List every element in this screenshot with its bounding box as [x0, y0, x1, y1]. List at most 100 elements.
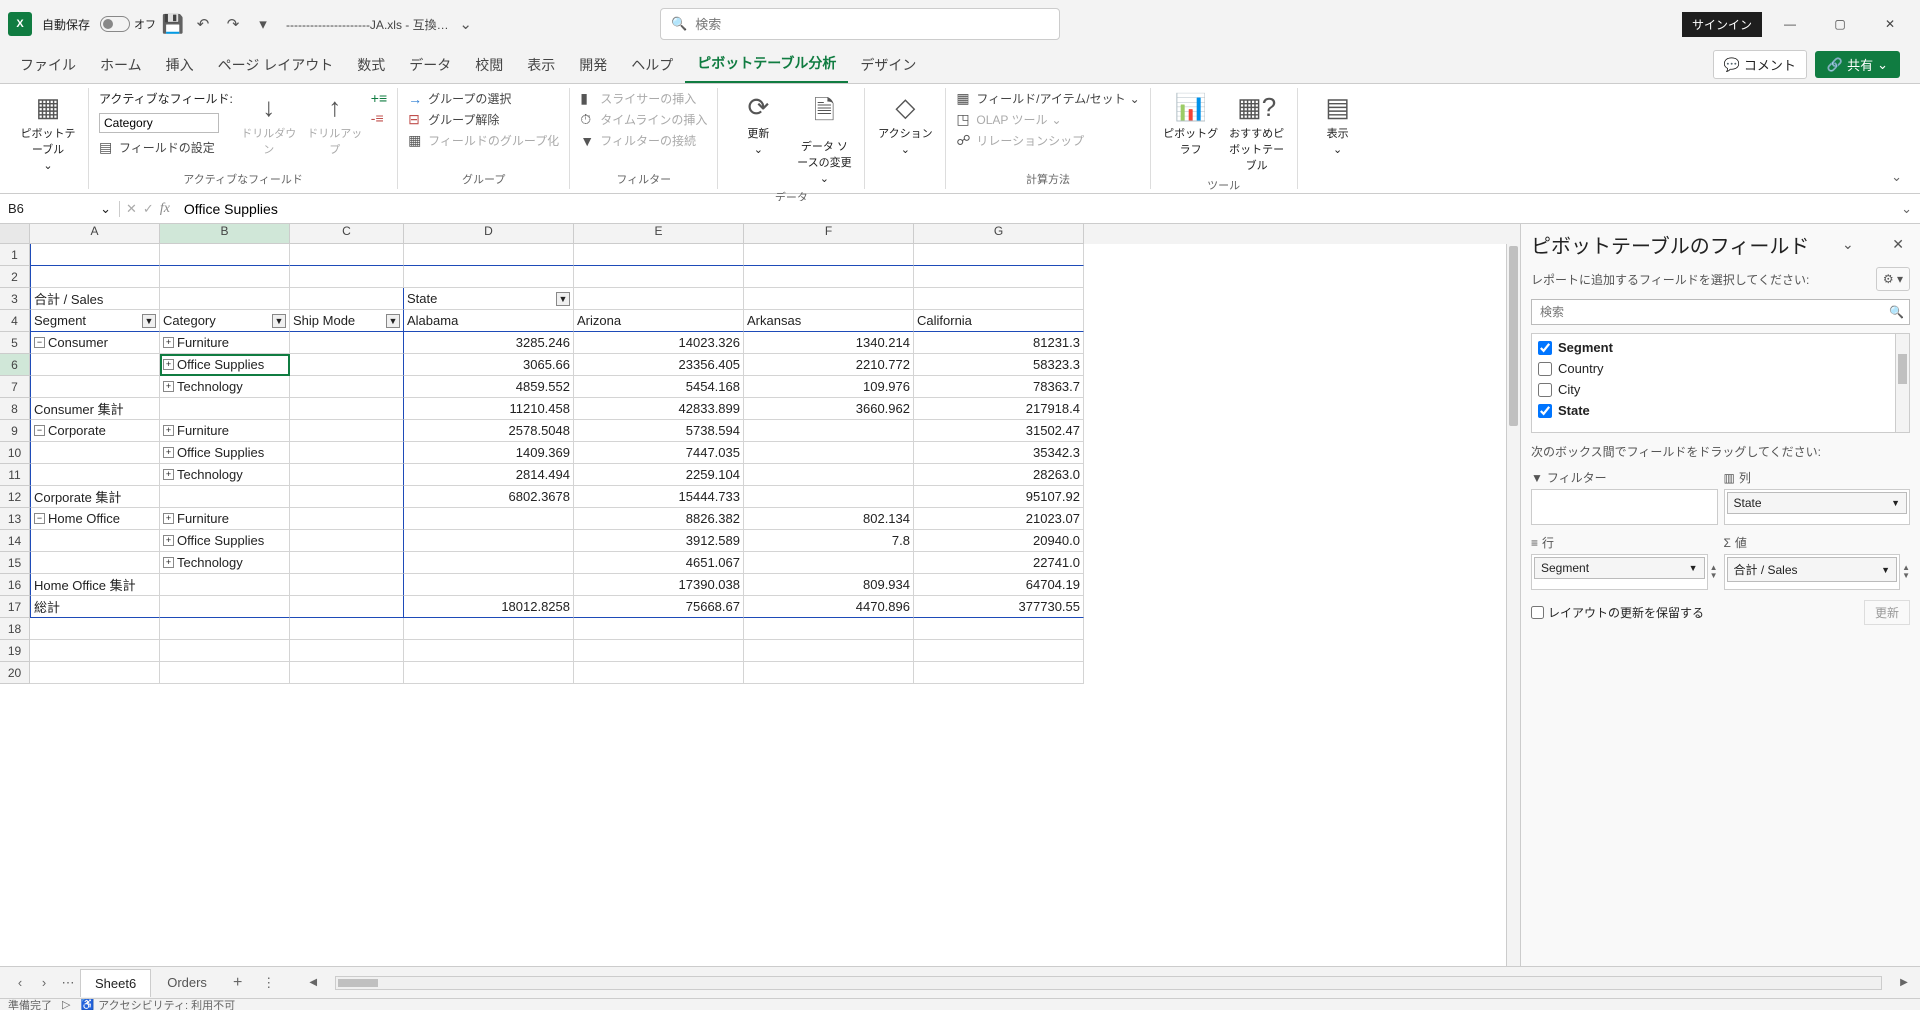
maximize-icon[interactable]: ▢ [1818, 8, 1862, 40]
cell[interactable] [914, 662, 1084, 684]
pivot-row-field[interactable]: Ship Mode ▼ [290, 310, 404, 332]
pivot-category[interactable]: +Furniture [160, 332, 290, 354]
col-header[interactable]: G [914, 224, 1084, 244]
hscroll-right-icon[interactable]: ▶ [1896, 977, 1912, 988]
pivot-value[interactable]: 1340.214 [744, 332, 914, 354]
row-header[interactable]: 17 [0, 596, 30, 618]
cell[interactable] [914, 266, 1084, 288]
qat-more-icon[interactable]: ▾ [250, 11, 276, 37]
field-row[interactable]: Country [1532, 358, 1895, 379]
values-dropzone[interactable]: Σ値 合計 / Sales▼ ▲▼ [1724, 531, 1911, 590]
formula-input[interactable] [176, 201, 1893, 217]
row-header[interactable]: 13 [0, 508, 30, 530]
show-button[interactable]: ▤表示⌄ [1308, 90, 1368, 158]
tab-pivot-analyze[interactable]: ピボットテーブル分析 [685, 45, 848, 83]
row-header[interactable]: 1 [0, 244, 30, 266]
tab-formulas[interactable]: 数式 [345, 47, 397, 83]
pivot-value[interactable]: 42833.899 [574, 398, 744, 420]
filter-drop-icon[interactable]: ▼ [272, 314, 286, 328]
cell[interactable] [290, 662, 404, 684]
pivot-segment[interactable]: Corporate 集計 [30, 486, 160, 508]
scroll-thumb[interactable] [1898, 354, 1907, 384]
pivot-category[interactable] [160, 596, 290, 618]
expand-icon[interactable]: + [163, 513, 174, 524]
filter-drop-icon[interactable]: ▼ [556, 292, 570, 306]
select-all-corner[interactable] [0, 224, 30, 244]
pivot-value[interactable]: 2259.104 [574, 464, 744, 486]
cell[interactable] [290, 420, 404, 442]
field-search[interactable]: 🔍 [1531, 299, 1910, 325]
pivot-value[interactable] [744, 552, 914, 574]
pivot-value[interactable]: 31502.47 [914, 420, 1084, 442]
cell[interactable] [404, 618, 574, 640]
pivot-value[interactable]: 5454.168 [574, 376, 744, 398]
cancel-icon[interactable]: ✕ [126, 201, 137, 217]
field-checkbox[interactable] [1538, 333, 1552, 334]
pivot-value[interactable] [404, 508, 574, 530]
pivot-value[interactable]: 11210.458 [404, 398, 574, 420]
pivot-row-field[interactable]: Category ▼ [160, 310, 290, 332]
pivot-segment[interactable]: Consumer 集計 [30, 398, 160, 420]
pivot-value[interactable]: 35342.3 [914, 442, 1084, 464]
pivot-value[interactable]: 809.934 [744, 574, 914, 596]
pivot-value[interactable]: 3660.962 [744, 398, 914, 420]
dropzone-item[interactable]: State▼ [1727, 492, 1908, 514]
tab-developer[interactable]: 開発 [567, 47, 619, 83]
cell[interactable] [744, 618, 914, 640]
cell[interactable] [30, 662, 160, 684]
field-search-input[interactable] [1531, 299, 1910, 325]
search-input[interactable] [695, 17, 1049, 32]
undo-icon[interactable]: ↶ [190, 11, 216, 37]
pivot-category[interactable]: +Technology [160, 376, 290, 398]
col-header[interactable]: B [160, 224, 290, 244]
pivot-value[interactable]: 109.976 [744, 376, 914, 398]
pivotchart-button[interactable]: 📊ピボットグラフ [1161, 90, 1221, 159]
cell[interactable] [290, 376, 404, 398]
cell[interactable] [914, 244, 1084, 266]
pivot-value[interactable] [744, 464, 914, 486]
cell[interactable] [574, 640, 744, 662]
sheet-more-icon[interactable]: ⋯ [56, 975, 80, 991]
cell[interactable] [744, 244, 914, 266]
collapse-icon[interactable]: − [34, 425, 45, 436]
cell[interactable] [574, 618, 744, 640]
cell[interactable] [290, 354, 404, 376]
pivot-value[interactable]: 18012.8258 [404, 596, 574, 618]
pivot-row-field[interactable]: Segment ▼ [30, 310, 160, 332]
pivot-value[interactable]: 15444.733 [574, 486, 744, 508]
cell[interactable] [744, 662, 914, 684]
cell[interactable] [30, 618, 160, 640]
dropzone-item[interactable]: Segment▼ [1534, 557, 1705, 579]
pivot-value[interactable]: 7447.035 [574, 442, 744, 464]
vertical-scrollbar[interactable] [1506, 244, 1520, 966]
macro-icon[interactable]: ▷ [62, 998, 70, 1010]
pivot-value[interactable]: 28263.0 [914, 464, 1084, 486]
field-checkbox[interactable] [1538, 404, 1552, 418]
pivot-value[interactable]: 802.134 [744, 508, 914, 530]
comments-button[interactable]: 💬コメント [1713, 50, 1807, 79]
pivot-category[interactable] [160, 574, 290, 596]
tab-page-layout[interactable]: ページ レイアウト [206, 47, 346, 83]
field-row[interactable]: State [1532, 400, 1895, 421]
tab-view[interactable]: 表示 [515, 47, 567, 83]
cell[interactable] [160, 266, 290, 288]
col-header[interactable]: F [744, 224, 914, 244]
row-header[interactable]: 5 [0, 332, 30, 354]
filters-dropzone[interactable]: ▼フィルター [1531, 466, 1718, 525]
expand-icon[interactable]: + [163, 447, 174, 458]
field-settings-button[interactable]: ▤フィールドの設定 [99, 139, 233, 156]
pivot-value[interactable]: 1409.369 [404, 442, 574, 464]
filter-drop-icon[interactable]: ▼ [386, 314, 400, 328]
tab-insert[interactable]: 挿入 [154, 47, 206, 83]
pivot-segment[interactable]: −Consumer [30, 332, 160, 354]
group-select-button[interactable]: →グループの選択 [408, 90, 559, 107]
cell[interactable] [574, 288, 744, 310]
pivot-value[interactable]: 3285.246 [404, 332, 574, 354]
cell[interactable] [290, 244, 404, 266]
pivot-value[interactable]: 2210.772 [744, 354, 914, 376]
minimize-icon[interactable]: ― [1768, 8, 1812, 40]
cell[interactable] [404, 244, 574, 266]
pivot-value[interactable]: 75668.67 [574, 596, 744, 618]
pivot-value[interactable] [404, 574, 574, 596]
cell[interactable] [160, 244, 290, 266]
